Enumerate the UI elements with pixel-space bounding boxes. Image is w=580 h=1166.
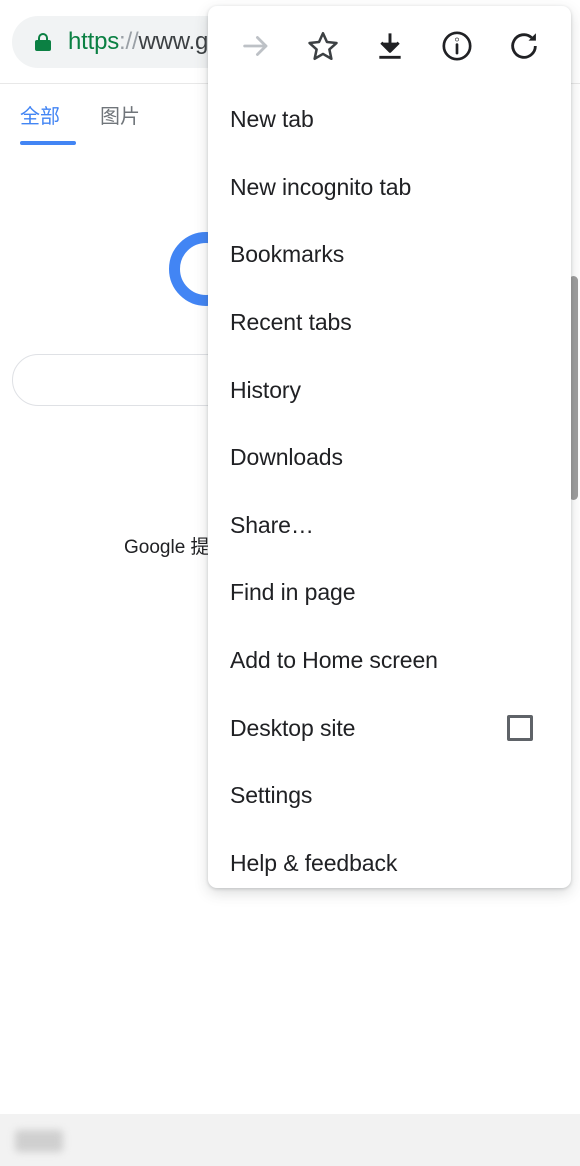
menu-item-history[interactable]: History: [208, 356, 571, 424]
menu-item-list: New tab New incognito tab Bookmarks Rece…: [208, 86, 571, 888]
forward-arrow-icon[interactable]: [233, 23, 279, 69]
menu-item-label: Recent tabs: [230, 309, 352, 336]
menu-item-help-and-feedback[interactable]: Help & feedback: [208, 830, 571, 888]
menu-item-downloads[interactable]: Downloads: [208, 424, 571, 492]
reload-icon[interactable]: [501, 23, 547, 69]
menu-item-label: Add to Home screen: [230, 647, 438, 674]
url-text: https://www.g: [68, 28, 208, 56]
menu-item-label: Downloads: [230, 444, 343, 471]
menu-item-label: Help & feedback: [230, 849, 398, 876]
menu-item-add-to-home-screen[interactable]: Add to Home screen: [208, 627, 571, 695]
star-icon[interactable]: [300, 23, 346, 69]
menu-item-desktop-site[interactable]: Desktop site: [208, 694, 571, 762]
lock-icon: [34, 33, 52, 51]
footer-placeholder-block: [15, 1130, 63, 1152]
url-separator: ://: [119, 28, 139, 55]
tab-all[interactable]: 全部: [20, 100, 76, 145]
menu-item-new-tab[interactable]: New tab: [208, 86, 571, 154]
menu-item-label: New incognito tab: [230, 173, 412, 200]
menu-item-settings[interactable]: Settings: [208, 762, 571, 830]
menu-icon-row: [208, 6, 571, 86]
menu-item-share[interactable]: Share…: [208, 492, 571, 560]
page-footer: [0, 1114, 580, 1166]
menu-item-label: New tab: [230, 106, 314, 133]
url-scheme: https: [68, 28, 120, 55]
browser-screen: 全部 图片 Google 提供 https://www.g New tab Ne…: [0, 0, 580, 1166]
tab-images[interactable]: 图片: [100, 100, 140, 145]
menu-item-label: Find in page: [230, 579, 356, 606]
menu-item-label: Settings: [230, 782, 313, 809]
tab-images-label: 图片: [100, 106, 140, 128]
menu-item-recent-tabs[interactable]: Recent tabs: [208, 289, 571, 357]
desktop-site-checkbox[interactable]: [507, 715, 533, 742]
download-icon[interactable]: [367, 23, 413, 69]
menu-item-label: Bookmarks: [230, 241, 345, 268]
menu-item-new-incognito-tab[interactable]: New incognito tab: [208, 154, 571, 222]
overflow-menu: New tab New incognito tab Bookmarks Rece…: [208, 6, 571, 888]
menu-item-label: Desktop site: [230, 714, 356, 741]
menu-item-label: Share…: [230, 511, 314, 538]
tab-all-label: 全部: [20, 106, 60, 128]
info-icon[interactable]: [434, 23, 480, 69]
menu-item-label: History: [230, 376, 301, 403]
url-host: www.g: [138, 28, 209, 55]
menu-item-find-in-page[interactable]: Find in page: [208, 559, 571, 627]
menu-item-bookmarks[interactable]: Bookmarks: [208, 221, 571, 289]
